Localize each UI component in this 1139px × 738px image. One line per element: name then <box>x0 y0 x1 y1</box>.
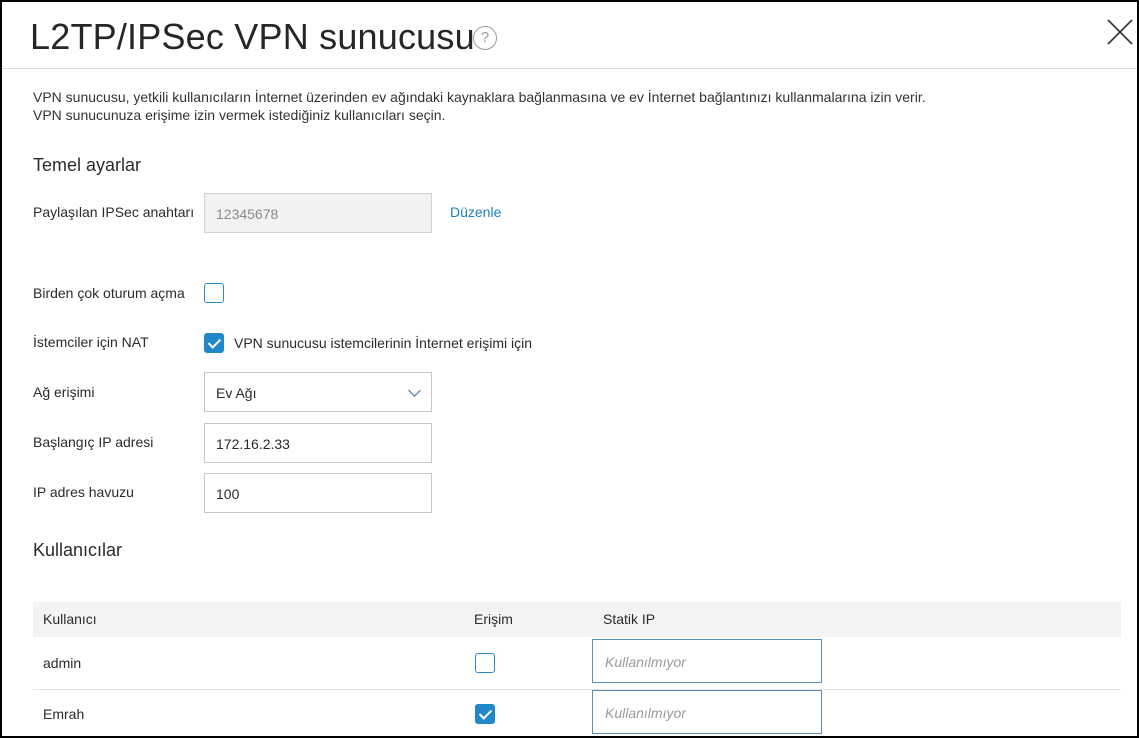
static-ip-input-emrah[interactable]: Kullanılmıyor <box>592 690 822 734</box>
user-name-admin: admin <box>43 655 82 671</box>
dialog-title: L2TP/IPSec VPN sunucusu <box>30 16 475 57</box>
ip-pool-input[interactable]: 100 <box>204 473 432 513</box>
access-checkbox-admin[interactable] <box>475 653 495 673</box>
users-heading: Kullanıcılar <box>33 540 123 560</box>
start-ip-input[interactable]: 172.16.2.33 <box>204 423 432 463</box>
psk-label: Paylaşılan IPSec anahtarı <box>33 204 195 220</box>
nat-description: VPN sunucusu istemcilerinin İnternet eri… <box>234 335 532 351</box>
access-checkbox-emrah[interactable] <box>475 704 495 724</box>
column-access: Erişim <box>474 611 513 627</box>
basic-settings-heading: Temel ayarlar <box>33 155 142 175</box>
description-line-2: VPN sunucunuza erişime izin vermek isted… <box>33 107 446 123</box>
help-icon[interactable]: ? <box>473 26 497 50</box>
column-static-ip: Statik IP <box>603 611 656 627</box>
network-access-label: Ağ erişimi <box>33 384 95 400</box>
header-divider <box>2 68 1137 69</box>
network-access-select[interactable]: Ev Ağı <box>204 372 432 412</box>
multi-session-label: Birden çok oturum açma <box>33 285 185 301</box>
description-line-1: VPN sunucusu, yetkili kullanıcıların İnt… <box>33 89 926 105</box>
vpn-server-dialog: L2TP/IPSec VPN sunucusu ? VPN sunucusu, … <box>0 0 1139 738</box>
users-table-header <box>33 602 1121 637</box>
row-divider <box>33 689 1121 690</box>
column-user: Kullanıcı <box>43 611 97 627</box>
nat-checkbox[interactable] <box>204 333 224 353</box>
ip-pool-label: IP adres havuzu <box>33 484 134 500</box>
static-ip-input-admin[interactable]: Kullanılmıyor <box>592 639 822 683</box>
dialog-description: VPN sunucusu, yetkili kullanıcıların İnt… <box>33 88 926 124</box>
start-ip-label: Başlangıç IP adresi <box>33 434 154 450</box>
nat-label: İstemciler için NAT <box>33 334 149 350</box>
multi-session-checkbox[interactable] <box>204 283 224 303</box>
close-icon[interactable] <box>1105 17 1135 47</box>
edit-psk-link[interactable]: Düzenle <box>450 204 501 220</box>
psk-field: 12345678 <box>204 193 432 233</box>
user-name-emrah: Emrah <box>43 706 85 722</box>
network-access-value: Ev Ağı <box>216 385 257 401</box>
